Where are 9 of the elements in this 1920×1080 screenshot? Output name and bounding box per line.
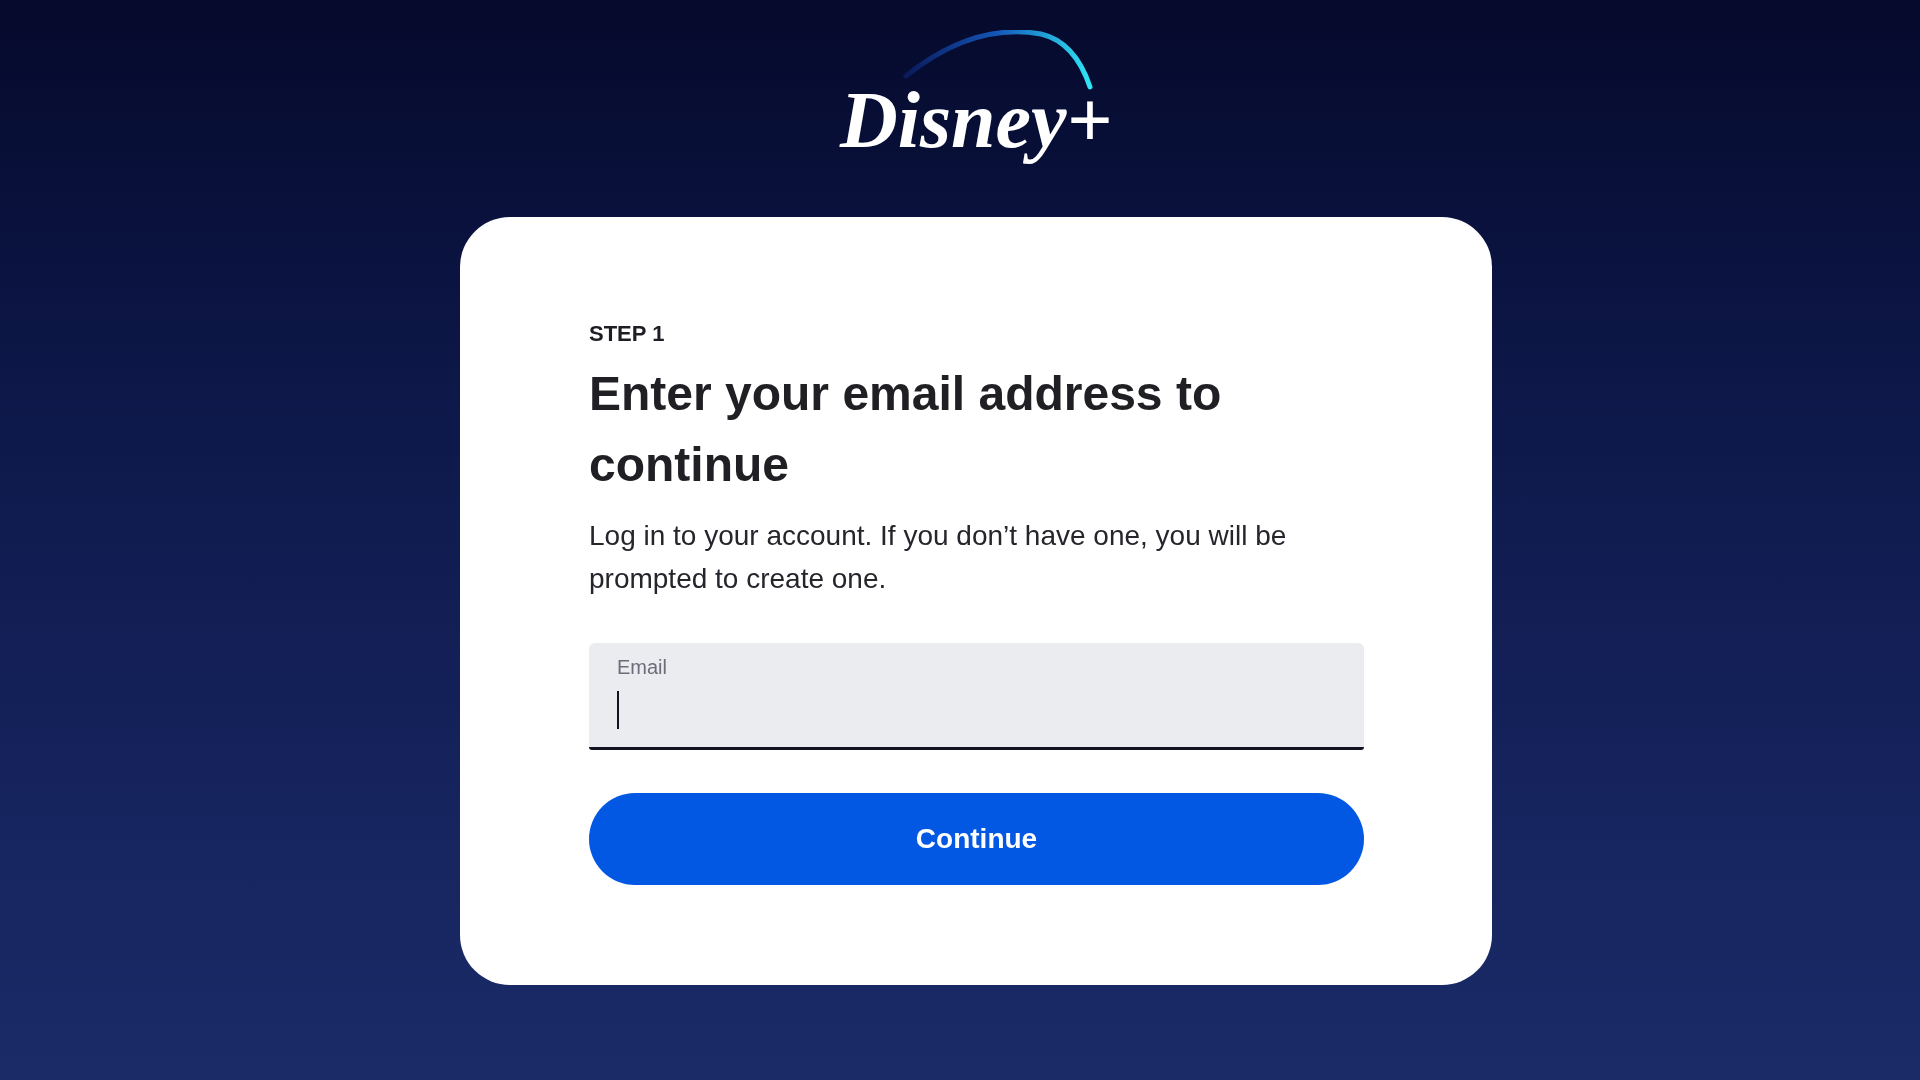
step-label: STEP 1 bbox=[589, 320, 665, 348]
heading: Enter your email address to continue bbox=[589, 366, 1223, 493]
logo-text: Disney+ bbox=[839, 75, 1113, 166]
field-label: Email bbox=[617, 655, 667, 679]
continue-button[interactable]: Continue bbox=[589, 793, 1364, 885]
description: Log in to your account. If you don’t have one, you will be prompted to create one. bbox=[589, 519, 1288, 596]
text-cursor-icon bbox=[617, 691, 619, 729]
email-field[interactable]: Email bbox=[589, 643, 1364, 750]
arc-icon bbox=[903, 30, 1093, 90]
